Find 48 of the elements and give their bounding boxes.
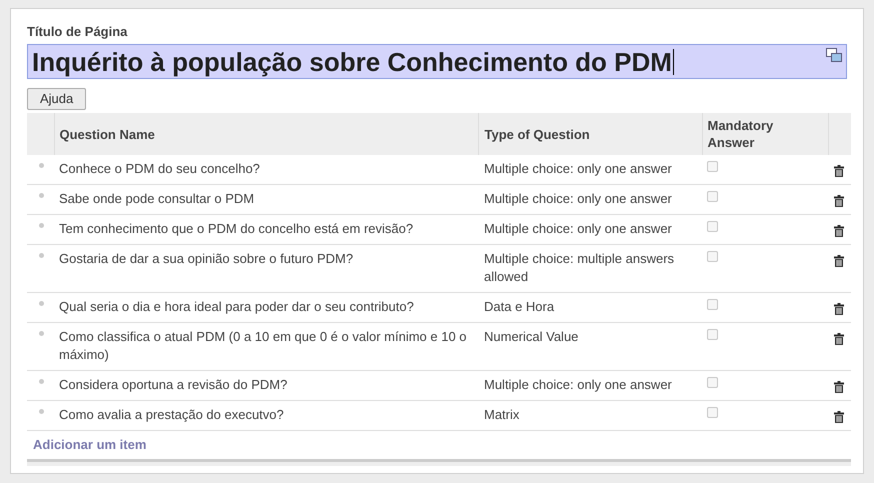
checkbox[interactable] [707,377,718,388]
trash-icon[interactable] [834,303,844,316]
drag-handle-icon[interactable] [39,301,44,306]
table-cell: Gostaria de dar a sua opinião sobre o futuro PDM? [59,251,354,266]
trash-icon[interactable] [834,381,844,394]
drag-handle-icon[interactable] [39,163,44,168]
table-cell: Qual seria o dia e hora ideal para poder dar o seu contributo? [59,299,414,314]
trash-icon[interactable] [834,225,844,238]
table-cell: Data e Hora [484,299,554,314]
table-cell: Multiple choice: only one answer [484,377,672,392]
trash-icon[interactable] [834,333,844,346]
table-cell: Multiple choice: only one answer [484,191,672,206]
table-cell: Como avalia a prestação do executvo? [59,407,284,422]
drag-handle-icon[interactable] [39,409,44,414]
add-item-link[interactable]: Adicionar um item [33,437,146,452]
help-button[interactable]: Ajuda [27,88,86,110]
table-cell: Multiple choice: only one answer [484,221,672,236]
checkbox[interactable] [707,191,718,202]
column-header: Mandatory Answer [708,118,774,150]
trash-icon[interactable] [834,411,844,424]
trash-icon[interactable] [834,165,844,178]
checkbox[interactable] [707,161,718,172]
table-cell: Sabe onde pode consultar o PDM [59,191,254,206]
trash-icon[interactable] [834,255,844,268]
column-header: Type of Question [484,126,590,142]
drag-handle-icon[interactable] [39,193,44,198]
drag-handle-icon[interactable] [39,379,44,384]
table-cell: Conhece o PDM do seu concelho? [59,161,260,176]
checkbox[interactable] [707,251,718,262]
checkbox[interactable] [707,407,718,418]
title-field[interactable]: Inquérito à população sobre Conhecimento do PDM [27,44,847,79]
table-cell: Multiple choice: only one answer [484,161,672,176]
table-cell: Considera oportuna a revisão do PDM? [59,377,288,392]
checkbox[interactable] [707,329,718,340]
drag-handle-icon[interactable] [39,253,44,258]
checkbox[interactable] [707,299,718,310]
column-header: Question Name [60,126,155,142]
checkbox[interactable] [707,221,718,232]
field-label: Título de Página [27,23,128,41]
table-cell: Multiple choice: multiple answers allowed [484,251,674,284]
table-cell: Como classifica o atual PDM (0 a 10 em que 0 é o valor mínimo e 10 o máximo) [59,329,467,362]
table-cell: Tem conhecimento que o PDM do concelho está em revisão? [59,221,414,236]
trash-icon[interactable] [834,195,844,208]
drag-handle-icon[interactable] [39,331,44,336]
translate-icon[interactable] [826,48,842,62]
drag-handle-icon[interactable] [39,223,44,228]
table-cell: Matrix [484,407,520,422]
table-cell: Numerical Value [484,329,578,344]
